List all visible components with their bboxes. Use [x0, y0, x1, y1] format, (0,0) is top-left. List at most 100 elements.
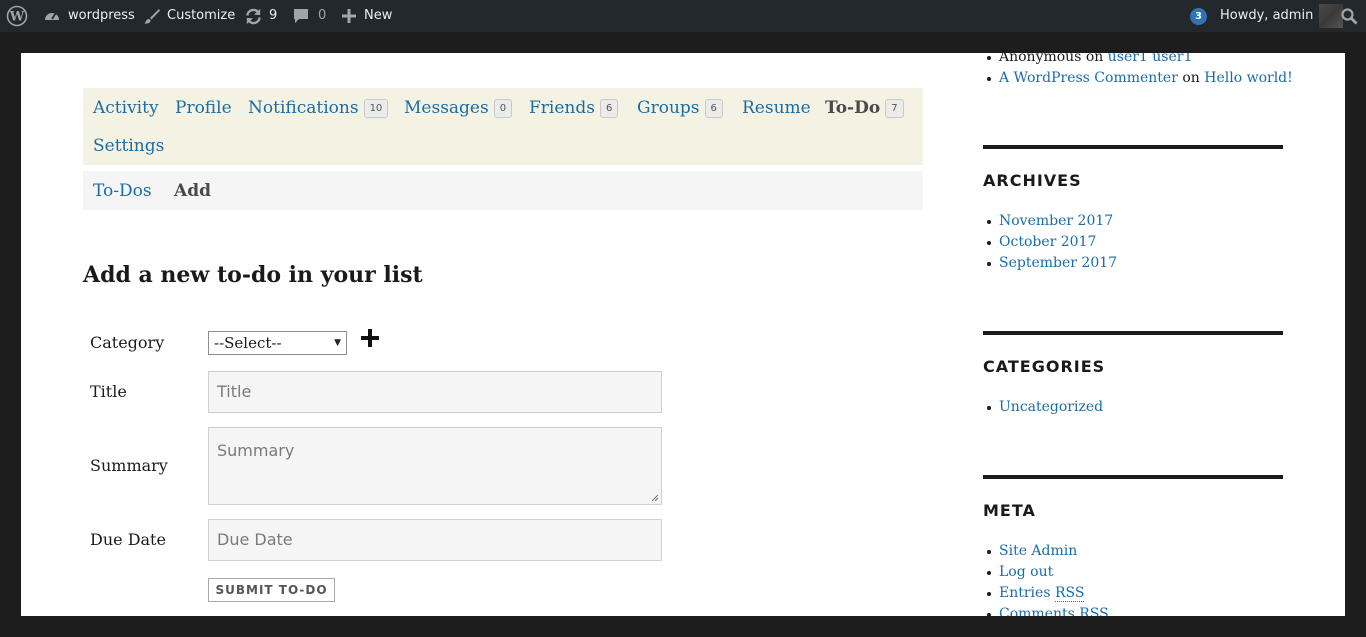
- comment-author: Anonymous: [999, 53, 1082, 65]
- comments-rss-link[interactable]: Comments RSS: [999, 606, 1109, 616]
- nav-activity[interactable]: Activity: [93, 98, 159, 118]
- comments-count: 0: [318, 8, 327, 23]
- list-item: Entries RSS: [983, 583, 1109, 604]
- nav-label: Activity: [93, 98, 159, 118]
- submit-todo-button[interactable]: SUBMIT TO-DO: [208, 578, 335, 602]
- svg-text:W: W: [9, 10, 25, 25]
- comment-post-link[interactable]: Hello world!: [1204, 70, 1293, 86]
- nav-count: 0: [493, 99, 513, 118]
- subnav-label: To-Dos: [93, 181, 152, 201]
- title-placeholder: Title: [217, 382, 252, 401]
- log-out-link[interactable]: Log out: [999, 564, 1053, 580]
- categories-title: CATEGORIES: [983, 357, 1106, 376]
- comment-post-link[interactable]: user1 user1: [1108, 53, 1193, 65]
- list-item: Site Admin: [983, 541, 1109, 562]
- nav-label: Resume: [742, 98, 811, 118]
- list-item: Log out: [983, 562, 1109, 583]
- plus-icon: [342, 9, 356, 23]
- summary-textarea[interactable]: Summary: [208, 427, 662, 505]
- resize-handle-icon[interactable]: [651, 494, 659, 502]
- entries-rss-link[interactable]: Entries RSS: [999, 585, 1085, 602]
- page-content: Activity Profile Notifications 10 Message…: [21, 53, 1345, 616]
- page-title: Add a new to-do in your list: [83, 262, 423, 288]
- comment-author-link[interactable]: A WordPress Commenter: [999, 70, 1178, 86]
- site-name-menu[interactable]: wordpress: [43, 0, 135, 32]
- summary-placeholder: Summary: [217, 441, 295, 460]
- window-bottom-edge: [0, 616, 1366, 637]
- site-admin-link[interactable]: Site Admin: [999, 543, 1077, 559]
- site-name: wordpress: [68, 8, 135, 23]
- archives-title: ARCHIVES: [983, 171, 1082, 190]
- subnav-add[interactable]: Add: [174, 181, 211, 201]
- title-label: Title: [90, 382, 127, 401]
- subnav-todos[interactable]: To-Dos: [93, 181, 152, 201]
- nav-settings[interactable]: Settings: [93, 136, 164, 156]
- my-account-menu[interactable]: Howdy, admin: [1220, 0, 1344, 32]
- summary-label: Summary: [90, 456, 168, 475]
- nav-label: Profile: [175, 98, 232, 118]
- nav-profile[interactable]: Profile: [175, 98, 232, 118]
- archive-link[interactable]: October 2017: [999, 234, 1096, 250]
- customize-link[interactable]: Customize: [143, 0, 235, 32]
- sub-nav: To-Dos Add: [83, 171, 923, 210]
- widget-divider: [983, 145, 1283, 149]
- meta-list: Site Admin Log out Entries RSS Comments …: [983, 541, 1109, 616]
- nav-count: 6: [599, 99, 619, 118]
- categories-list: Uncategorized: [983, 397, 1103, 418]
- category-select[interactable]: --Select-- ▼: [208, 331, 347, 355]
- wordpress-logo-icon[interactable]: W: [6, 0, 28, 32]
- nav-groups[interactable]: Groups 6: [637, 98, 723, 118]
- archive-link[interactable]: November 2017: [999, 213, 1113, 229]
- notifications-menu[interactable]: 3: [1190, 0, 1207, 32]
- brush-icon: [143, 7, 161, 25]
- category-link[interactable]: Uncategorized: [999, 399, 1103, 415]
- list-item: October 2017: [983, 232, 1117, 253]
- updates-icon: [244, 7, 263, 26]
- admin-bar: W wordpress Customize 9 0 New 3 Howdy, a…: [0, 0, 1366, 32]
- customize-label: Customize: [167, 8, 236, 23]
- updates-count: 9: [269, 8, 278, 23]
- meta-title: META: [983, 501, 1036, 520]
- archive-link[interactable]: September 2017: [999, 255, 1117, 271]
- widget-divider: [983, 475, 1283, 479]
- new-content-menu[interactable]: New: [342, 0, 392, 32]
- due-date-label: Due Date: [90, 530, 166, 549]
- comment-on: on: [1182, 70, 1200, 86]
- nav-label: Friends: [529, 98, 595, 118]
- nav-label: Notifications: [248, 98, 359, 118]
- nav-count: 6: [704, 99, 723, 118]
- profile-nav: Activity Profile Notifications 10 Message…: [83, 88, 923, 165]
- comments-link[interactable]: 0: [293, 0, 326, 32]
- rss-abbr: RSS: [1079, 606, 1109, 616]
- list-item: Uncategorized: [983, 397, 1103, 418]
- new-label: New: [364, 8, 393, 23]
- list-item: A WordPress Commenter on Hello world!: [983, 68, 1293, 89]
- add-category-plus-icon[interactable]: [361, 329, 379, 347]
- nav-count: 10: [363, 99, 389, 118]
- search-icon[interactable]: [1341, 0, 1358, 32]
- comments-label: Comments: [999, 606, 1075, 616]
- category-selected-value: --Select--: [214, 334, 282, 352]
- nav-label: Settings: [93, 136, 165, 156]
- list-item: Anonymous on user1 user1: [983, 53, 1293, 68]
- nav-label: Messages: [404, 98, 489, 118]
- list-item: September 2017: [983, 253, 1117, 274]
- notifications-badge: 3: [1190, 7, 1207, 25]
- due-date-input[interactable]: Due Date: [208, 519, 662, 561]
- nav-todo[interactable]: To-Do 7: [825, 98, 904, 118]
- nav-count: 7: [885, 99, 904, 118]
- nav-notifications[interactable]: Notifications 10: [248, 98, 389, 118]
- widget-divider: [983, 331, 1283, 335]
- rss-abbr: RSS: [1054, 585, 1085, 602]
- list-item: Comments RSS: [983, 604, 1109, 616]
- avatar: [1319, 4, 1344, 28]
- nav-messages[interactable]: Messages 0: [404, 98, 513, 118]
- recent-comments-list: Anonymous on user1 user1 A WordPress Com…: [983, 53, 1293, 89]
- nav-resume[interactable]: Resume: [742, 98, 811, 118]
- howdy-label: Howdy, admin: [1220, 8, 1314, 23]
- updates-link[interactable]: 9: [244, 0, 277, 32]
- archives-list: November 2017 October 2017 September 201…: [983, 211, 1117, 274]
- nav-friends[interactable]: Friends 6: [529, 98, 619, 118]
- nav-label: Groups: [637, 98, 700, 118]
- title-input[interactable]: Title: [208, 371, 662, 413]
